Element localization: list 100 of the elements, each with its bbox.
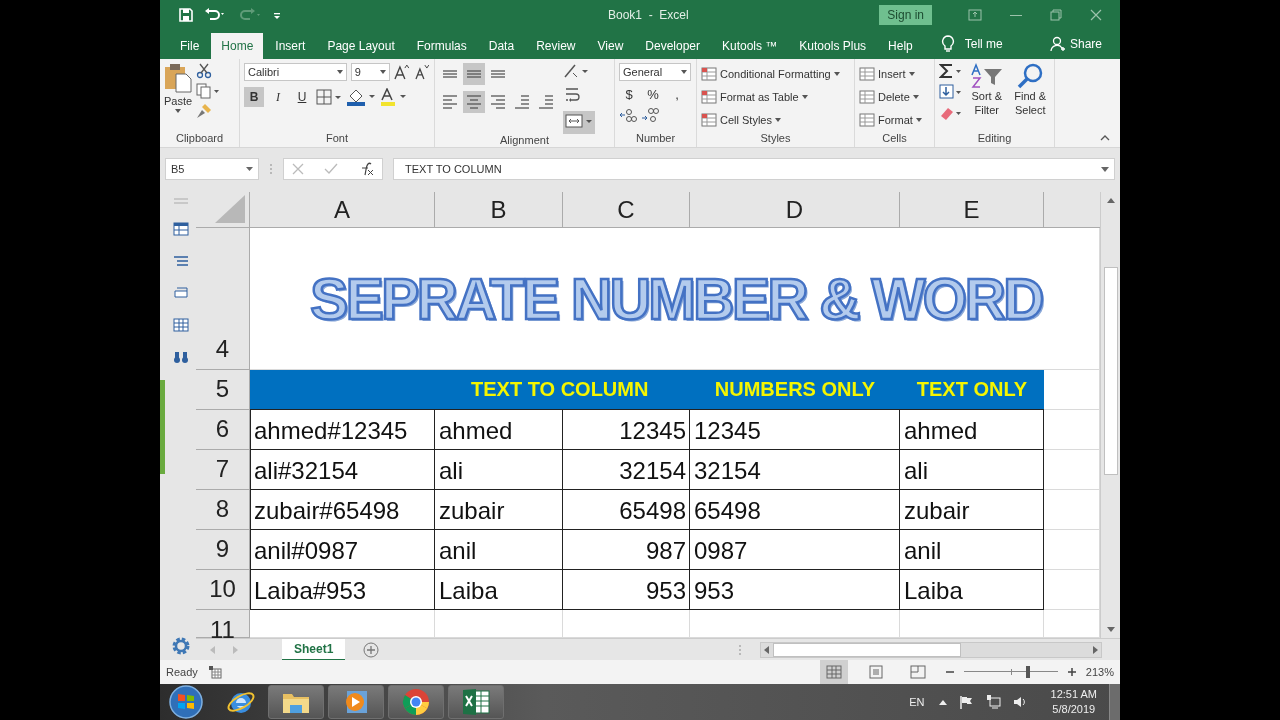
collapse-ribbon-icon[interactable] (1100, 135, 1110, 142)
row-header[interactable]: 6 (196, 410, 250, 450)
number-format-button[interactable]: % (643, 87, 663, 103)
language-indicator[interactable]: EN (909, 696, 925, 708)
fill-color-icon[interactable] (346, 88, 376, 107)
chrome-icon[interactable] (388, 685, 444, 719)
scroll-down-icon[interactable] (1106, 627, 1115, 632)
pane-handle[interactable] (160, 380, 165, 474)
copy-icon[interactable] (196, 83, 221, 100)
font-style-button[interactable]: U (292, 87, 312, 108)
borders-icon[interactable] (316, 89, 342, 106)
column-header[interactable]: C (563, 192, 690, 228)
number-format-button[interactable]: $ (619, 87, 639, 103)
add-sheet-icon[interactable] (363, 642, 380, 658)
font-color-icon[interactable] (380, 88, 408, 107)
vertical-scrollbar[interactable] (1100, 192, 1120, 638)
scroll-up-icon[interactable] (1106, 198, 1115, 203)
flag-icon[interactable] (958, 695, 973, 709)
ribbon-tab[interactable]: Data (478, 33, 525, 60)
name-box[interactable]: B5 (165, 158, 259, 181)
scroll-right-icon[interactable] (1093, 646, 1098, 654)
number-format-field[interactable]: General (619, 63, 691, 82)
grid-icon[interactable] (172, 318, 189, 332)
zoom-out-icon[interactable] (945, 668, 954, 676)
row-header[interactable]: 10 (196, 570, 250, 610)
ribbon-tab[interactable]: Kutools ™ (712, 33, 788, 60)
format-painter-icon[interactable] (196, 103, 213, 120)
find-select-button[interactable]: Find & Select (1010, 63, 1050, 133)
save-icon[interactable] (178, 6, 194, 23)
row-header[interactable]: 4 (196, 228, 250, 370)
ribbon-tab[interactable]: Home (211, 33, 264, 60)
zoom-in-icon[interactable] (1067, 668, 1076, 676)
normal-view-icon[interactable] (819, 660, 848, 684)
alignment-button[interactable] (463, 63, 485, 86)
restore-icon[interactable] (1050, 8, 1062, 21)
zoom-level-text[interactable]: 213% (1085, 666, 1114, 678)
font-name-field[interactable]: Calibri (244, 63, 347, 82)
row-header[interactable]: 11 (196, 610, 250, 638)
styles-button[interactable]: Format as Table (701, 86, 850, 108)
grow-font-icon[interactable] (394, 64, 411, 81)
styles-button[interactable]: Conditional Formatting (701, 63, 850, 85)
tell-me-field[interactable]: Tell me (964, 37, 1003, 52)
scroll-left-icon[interactable] (764, 646, 769, 654)
sort-filter-button[interactable]: Sort & Filter (967, 63, 1007, 133)
column-header[interactable]: E (900, 192, 1044, 228)
ribbon-tab[interactable]: Insert (265, 33, 316, 60)
ribbon-tab[interactable]: Kutools Plus (789, 33, 877, 60)
fill-icon[interactable] (939, 84, 963, 101)
cells-button[interactable]: Delete (859, 86, 930, 108)
styles-button[interactable]: Cell Styles (701, 109, 850, 131)
row-header[interactable]: 8 (196, 490, 250, 530)
binoculars-icon[interactable] (172, 350, 189, 364)
increase-decimal-icon[interactable] (619, 108, 637, 123)
row-header[interactable]: 5 (196, 370, 250, 410)
show-hidden-icons[interactable] (938, 699, 947, 705)
row-header[interactable]: 9 (196, 530, 250, 570)
macro-record-icon[interactable] (207, 665, 222, 679)
ribbon-tab[interactable]: Review (526, 33, 586, 60)
speaker-icon[interactable] (1012, 695, 1027, 709)
ribbon-tab[interactable]: View (587, 33, 634, 60)
shrink-font-icon[interactable] (414, 64, 430, 81)
ribbon-tab[interactable]: Help (878, 33, 923, 60)
start-button[interactable] (168, 685, 204, 719)
cells-button[interactable]: Format (859, 109, 930, 131)
list-icon[interactable] (172, 254, 189, 268)
cells-button[interactable]: Insert (859, 63, 930, 85)
decrease-decimal-icon[interactable] (641, 108, 659, 123)
merge-center-button[interactable] (563, 111, 595, 135)
font-size-field[interactable]: 9 (350, 63, 391, 82)
spreadsheet-app-icon[interactable] (448, 685, 504, 719)
ribbon-tab[interactable]: File (170, 33, 210, 60)
font-style-button[interactable]: I (268, 87, 288, 108)
orientation-icon[interactable] (563, 63, 589, 80)
font-style-button[interactable]: B (244, 87, 264, 108)
workbook-icon[interactable] (172, 222, 189, 236)
sign-in-button[interactable]: Sign in (879, 4, 932, 25)
file-explorer-icon[interactable] (268, 685, 324, 719)
horizontal-scrollbar[interactable] (760, 642, 1102, 658)
formula-field[interactable]: TEXT TO COLUMN (393, 158, 1115, 181)
ribbon-tab[interactable]: Formulas (406, 33, 477, 60)
column-header[interactable]: B (435, 192, 563, 228)
eraser-icon[interactable] (939, 105, 963, 122)
cut-icon[interactable] (196, 63, 213, 80)
autosum-icon[interactable] (939, 63, 963, 80)
network-icon[interactable] (984, 694, 1001, 710)
close-icon[interactable] (1090, 8, 1102, 21)
row-header[interactable]: 7 (196, 450, 250, 490)
paste-button[interactable]: Paste (164, 63, 193, 133)
zoom-thumb[interactable] (1025, 666, 1030, 678)
number-format-button[interactable]: , (667, 87, 687, 103)
column-header[interactable]: D (690, 192, 900, 228)
ribbon-display-icon[interactable] (968, 8, 982, 21)
column-header[interactable]: A (250, 192, 435, 228)
stack-icon[interactable] (172, 286, 189, 300)
expand-icon[interactable] (1101, 166, 1109, 172)
alignment-button[interactable] (463, 91, 485, 114)
settings-icon[interactable] (170, 636, 191, 656)
sheet-tab[interactable]: Sheet1 (282, 639, 346, 661)
media-player-icon[interactable] (328, 685, 384, 719)
clock[interactable]: 12:51 AM 5/8/2019 (1050, 687, 1097, 717)
